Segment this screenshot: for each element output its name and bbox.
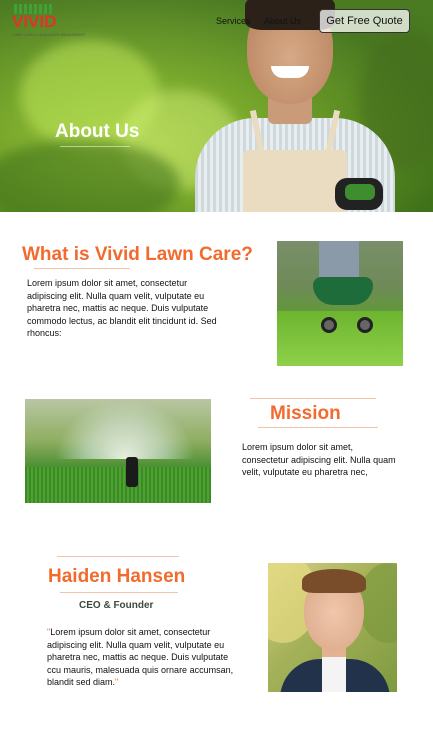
mission-heading-divider-top: [250, 398, 376, 399]
about-body-text: Lorem ipsum dolor sit amet, consectetur …: [27, 278, 217, 338]
founder-quote-text: Lorem ipsum dolor sit amet, consectetur …: [47, 627, 234, 687]
mission-heading: Mission: [270, 403, 341, 424]
about-heading: What is Vivid Lawn Care?: [22, 244, 253, 265]
lawn-spreader-photo: [277, 241, 403, 366]
mission-heading-divider: [258, 427, 378, 428]
nav-link-about-us[interactable]: About Us: [264, 16, 301, 26]
get-free-quote-button[interactable]: Get Free Quote: [319, 9, 410, 33]
logo-wordmark: VIVID: [12, 12, 57, 31]
quote-close-mark: ": [115, 677, 119, 687]
logo-tagline: LAWN CARE & LANDSCAPE MANAGEMENT: [13, 33, 86, 37]
founder-quote: "Lorem ipsum dolor sit amet, consectetur…: [47, 626, 237, 689]
hero-title-underline: [60, 146, 130, 147]
founder-role: CEO & Founder: [79, 600, 154, 611]
hero-title: About Us: [55, 121, 140, 142]
top-navbar: VIVID LAWN CARE & LANDSCAPE MANAGEMENT S…: [0, 0, 433, 42]
founder-portrait-photo: [268, 563, 397, 692]
about-heading-divider: [34, 268, 130, 269]
mission-body-text: Lorem ipsum dolor sit amet, consectetur …: [242, 442, 396, 477]
vivid-logo[interactable]: VIVID LAWN CARE & LANDSCAPE MANAGEMENT: [12, 4, 85, 40]
founder-heading-divider-top: [57, 556, 179, 557]
founder-name: Haiden Hansen: [48, 566, 186, 587]
sprinkler-photo: [25, 399, 211, 503]
founder-heading-divider: [60, 592, 178, 593]
nav-link-services[interactable]: Services: [216, 16, 251, 26]
